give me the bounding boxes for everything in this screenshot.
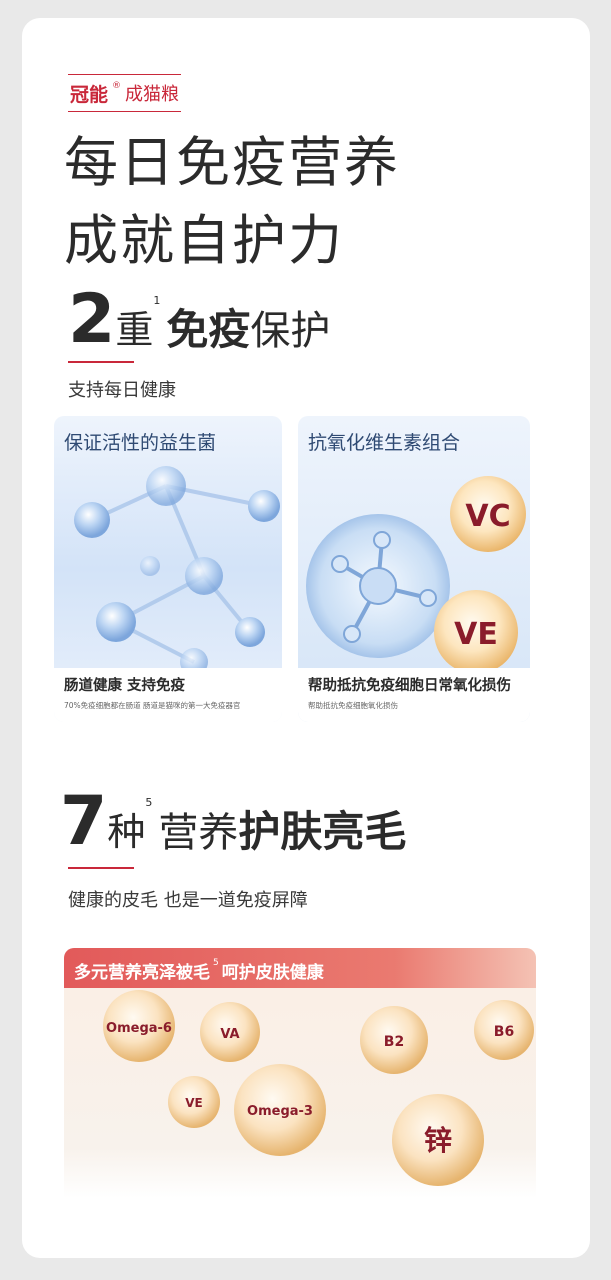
antioxidant-title: 抗氧化维生素组合	[308, 432, 461, 454]
nutrient-band-label: 多元营养亮泽被毛 5 呵护皮肤健康	[74, 958, 324, 983]
section2-norm: 营养	[158, 810, 239, 856]
probiotic-benefit: 肠道健康 支持免疫	[64, 678, 186, 694]
section2-number: 7	[60, 782, 108, 861]
ve-bubble: VE	[454, 617, 498, 652]
antioxidant-footer: 帮助抵抗免疫细胞日常氧化损伤 帮助抵抗免疫细胞氧化损伤	[298, 668, 530, 722]
headline-line-1: 每日免疫营养	[64, 131, 400, 194]
section1-unit: 重	[115, 308, 154, 353]
antioxidant-note: 帮助抵抗免疫细胞氧化损伤	[308, 701, 398, 710]
section1-subtitle: 支持每日健康	[68, 380, 176, 401]
section2-title: 7 种 5 营养 护肤亮毛	[60, 782, 407, 861]
band-label-b: 呵护皮肤健康	[221, 963, 324, 983]
section1-bold: 免疫	[166, 304, 251, 354]
antioxidant-benefit: 帮助抵抗免疫细胞日常氧化损伤	[308, 678, 511, 694]
product-line: 成猫粮	[125, 84, 180, 105]
section1-number: 2	[68, 280, 116, 359]
omega-3-bubble: Omega-3	[247, 1104, 313, 1119]
section2-bold: 护肤亮毛	[238, 806, 407, 856]
section1-title: 2 重 1 免疫 保护	[68, 280, 331, 359]
probiotic-note: 70%免疫细胞都在肠道 肠道是猫咪的第一大免疫器官	[64, 701, 241, 710]
zinc-bubble: 锌	[424, 1124, 452, 1157]
band-label-a: 多元营养亮泽被毛	[74, 963, 210, 983]
section2-divider	[68, 867, 134, 869]
section1-divider	[68, 361, 134, 363]
registered-mark: ®	[112, 81, 122, 91]
probiotic-footer: 肠道健康 支持免疫 70%免疫细胞都在肠道 肠道是猫咪的第一大免疫器官	[54, 668, 282, 722]
nutrient-panel: Omega-6 VA B2 B6 VE Omega-3 锌 多元营养亮泽被毛 5…	[64, 948, 536, 1198]
antioxidant-panel: VC VE 抗氧化维生素组合 帮助抵抗免疫细胞日常氧化损伤 帮助抵抗免疫细胞氧化…	[298, 416, 530, 722]
brand-name: 冠能	[70, 83, 109, 106]
section2-footnote: 5	[145, 796, 153, 809]
band-footnote: 5	[213, 958, 219, 968]
b6-bubble: B6	[494, 1024, 514, 1040]
probiotic-panel: 保证活性的益生菌 肠道健康 支持免疫 70%免疫细胞都在肠道 肠道是猫咪的第一大…	[54, 416, 282, 722]
product-card: 冠能 ® 成猫粮 每日免疫营养 成就自护力 2 重 1 免疫 保护 支持每日健康	[22, 18, 590, 1258]
probiotic-title: 保证活性的益生菌	[64, 432, 217, 454]
ve-nutrient-bubble: VE	[185, 1096, 202, 1110]
va-bubble: VA	[220, 1027, 239, 1042]
section2-subtitle: 健康的皮毛 也是一道免疫屏障	[68, 890, 308, 911]
omega-6-bubble: Omega-6	[106, 1021, 172, 1036]
b2-bubble: B2	[384, 1034, 404, 1050]
section1-footnote: 1	[153, 294, 161, 307]
headline-line-2: 成就自护力	[64, 209, 344, 272]
section2-unit: 种	[107, 810, 146, 855]
vc-bubble: VC	[465, 499, 510, 534]
nutrient-bubbles: Omega-6 VA B2 B6 VE Omega-3 锌	[64, 948, 536, 1198]
section1-rest: 保护	[250, 308, 331, 354]
brand-logo: 冠能 ® 成猫粮	[68, 74, 182, 112]
